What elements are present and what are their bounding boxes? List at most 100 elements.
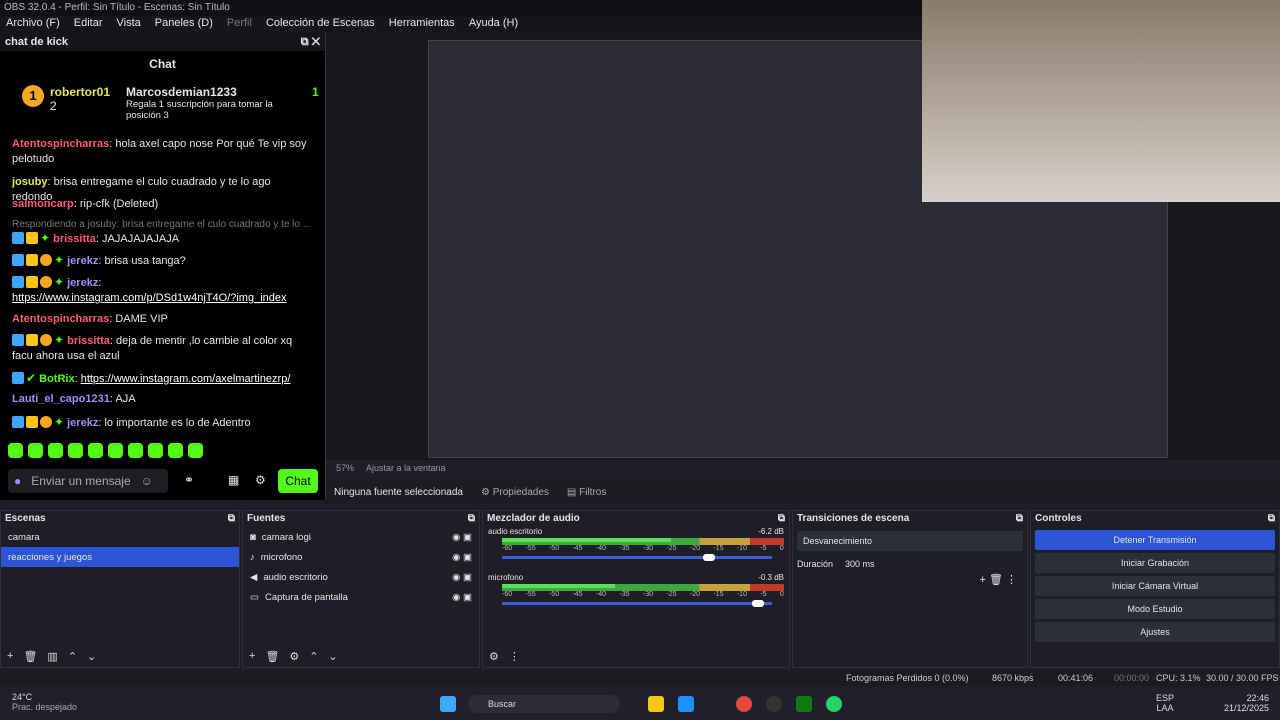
menu-editar[interactable]: Editar <box>74 17 103 32</box>
down-icon[interactable]: ⌄ <box>87 650 96 663</box>
meter-scale: -60 -55 -50 -45 -40 -35 -30 -25 -20 -15 -10 -5 0 <box>502 545 784 552</box>
source-item[interactable]: ◙ camara logi ◉ ▣ <box>243 527 479 547</box>
scale-tick: -20 <box>689 591 700 598</box>
up-icon[interactable]: ⌃ <box>309 650 318 663</box>
gifter-name[interactable]: robertor01 <box>50 85 110 99</box>
menu-icon[interactable]: ⋮ <box>509 650 520 663</box>
chat-message: ✦ brissitta: JAJAJAJAJAJA <box>12 231 312 247</box>
rank-badge-icon: 1 <box>22 85 44 107</box>
duration-input[interactable]: 300 ms <box>845 559 875 569</box>
chat-input[interactable]: ● Enviar un mensaje ☺ <box>8 469 168 493</box>
sources-dock: Fuentes ⧉ ◙ camara logi ◉ ▣ ♪ microfono ◉ ▣ ◀… <box>242 510 480 668</box>
source-item[interactable]: ◀ audio escritorio ◉ ▣ <box>243 567 479 587</box>
menu-archivo[interactable]: Archivo (F) <box>6 17 60 32</box>
start-record-button[interactable]: Iniciar Grabación <box>1035 553 1275 573</box>
scene-item[interactable]: camara <box>1 527 239 547</box>
virtual-cam-button[interactable]: Iniciar Cámara Virtual <box>1035 576 1275 596</box>
menu-vista[interactable]: Vista <box>117 17 141 32</box>
folder-icon[interactable] <box>648 696 664 712</box>
monitor-icon: ▭ <box>250 591 259 603</box>
mixer-track: audio escritorio -6.2 dB -60 -55 -50 -45 -40-… <box>483 527 789 561</box>
undock-icon[interactable]: ⧉ <box>468 513 475 525</box>
dock-close-icon[interactable]: ⧉ ✕ <box>301 36 320 49</box>
fit-window[interactable]: Ajustar a la ventana <box>366 463 446 473</box>
settings-icon[interactable]: ⚙ <box>255 473 266 487</box>
bitrate: 8670 kbps <box>992 673 1034 683</box>
undock-icon[interactable]: ⧉ <box>1268 513 1275 525</box>
chat-message: ✔ BotRix: https://www.instagram.com/axel… <box>12 371 312 387</box>
source-item[interactable]: ▭ Captura de pantalla ◉ ▣ <box>243 587 479 607</box>
xbox-icon[interactable] <box>796 696 812 712</box>
trash-icon[interactable]: 🗑 <box>989 574 1003 586</box>
scale-tick: -55 <box>525 545 536 552</box>
gift-text: Regala 1 suscripción para tomar la posic… <box>126 99 273 121</box>
chat-dock-title: chat de kick <box>5 36 68 48</box>
scale-tick: -15 <box>713 545 724 552</box>
undock-icon[interactable]: ⧉ <box>228 513 235 525</box>
eye-icon[interactable]: ◉ ▣ <box>452 532 472 543</box>
trash-icon[interactable]: 🗑 <box>265 650 279 663</box>
chat-title: Chat <box>149 57 176 71</box>
up-icon[interactable]: ⌃ <box>68 650 77 663</box>
eye-icon[interactable]: ◉ ▣ <box>452 552 472 563</box>
volume-slider[interactable] <box>502 554 772 561</box>
obs-icon[interactable] <box>766 696 782 712</box>
emote-bar[interactable] <box>8 443 203 458</box>
menu-herramientas[interactable]: Herramientas <box>389 17 455 32</box>
record-time: 00:00:00 <box>1114 673 1150 683</box>
gift-user[interactable]: Marcosdemian1233 <box>126 85 306 99</box>
add-icon[interactable]: + <box>979 574 985 586</box>
transitions-title: Transiciones de escena <box>797 513 910 524</box>
scene-item[interactable]: reacciones y juegos <box>1 547 239 567</box>
gift-banner: 1 robertor01 2 Marcosdemian1233 Regala 1 s… <box>22 85 319 121</box>
zoom-level[interactable]: 57% <box>336 463 354 473</box>
link-icon[interactable]: ⚭ <box>184 473 194 487</box>
add-icon[interactable]: + <box>249 650 255 663</box>
filter-icon[interactable]: ▥ <box>47 650 57 663</box>
store-icon[interactable]: ▦ <box>228 473 239 487</box>
transition-select[interactable]: Desvanecimiento <box>797 531 1023 551</box>
undock-icon[interactable]: ⧉ <box>778 513 785 525</box>
windows-start-icon[interactable] <box>440 696 456 712</box>
filters-button[interactable]: ▤ Filtros <box>567 487 606 498</box>
eye-icon[interactable]: ◉ ▣ <box>452 592 472 603</box>
scale-tick: -55 <box>525 591 536 598</box>
properties-button[interactable]: ⚙ Propiedades <box>481 487 549 498</box>
scenes-title: Escenas <box>5 513 46 524</box>
menu-perfil[interactable]: Perfil <box>227 17 252 32</box>
chat-send-button[interactable]: Chat <box>278 469 318 493</box>
controls-title: Controles <box>1035 513 1082 524</box>
scale-tick: -40 <box>595 591 607 598</box>
menu-coleccion[interactable]: Colección de Escenas <box>266 17 375 32</box>
emoji-icon[interactable]: ☺ <box>141 474 153 488</box>
studio-mode-button[interactable]: Modo Estudio <box>1035 599 1275 619</box>
scale-tick: -40 <box>595 545 607 552</box>
down-icon[interactable]: ⌄ <box>329 650 338 663</box>
whatsapp-icon[interactable] <box>826 696 842 712</box>
chat-link[interactable]: https://www.instagram.com/axelmartinezrp… <box>81 373 291 385</box>
scale-tick: -5 <box>760 591 767 598</box>
source-item[interactable]: ♪ microfono ◉ ▣ <box>243 547 479 567</box>
chrome-icon[interactable] <box>736 696 752 712</box>
menu-paneles[interactable]: Paneles (D) <box>155 17 213 32</box>
scale-tick: -50 <box>548 591 560 598</box>
undock-icon[interactable]: ⧉ <box>1016 513 1023 525</box>
clock[interactable]: 22:46 21/12/2025 <box>1224 693 1269 713</box>
menu-ayuda[interactable]: Ayuda (H) <box>469 17 518 32</box>
settings-button[interactable]: Ajustes <box>1035 622 1275 642</box>
menu-icon[interactable]: ⋮ <box>1006 574 1017 586</box>
weather-widget[interactable]: 24°C Prac. despejado <box>12 692 77 712</box>
taskbar-search[interactable]: Buscar <box>468 695 620 713</box>
volume-slider[interactable] <box>502 600 772 607</box>
edge-icon[interactable] <box>678 696 694 712</box>
add-icon[interactable]: + <box>7 650 13 663</box>
input-language[interactable]: ESP LAA <box>1156 693 1174 713</box>
gear-icon[interactable]: ⚙ <box>489 650 499 663</box>
eye-icon[interactable]: ◉ ▣ <box>452 572 472 583</box>
stop-stream-button[interactable]: Detener Transmisión <box>1035 530 1275 550</box>
chat-dock: chat de kick ⧉ ✕ Chat 1 robertor01 2 Marco… <box>0 33 326 500</box>
trash-icon[interactable]: 🗑 <box>23 650 37 663</box>
scale-tick: -20 <box>689 545 700 552</box>
gear-icon[interactable]: ⚙ <box>289 650 299 663</box>
chat-link[interactable]: https://www.instagram.com/p/DSd1w4njT4O/… <box>12 292 287 304</box>
